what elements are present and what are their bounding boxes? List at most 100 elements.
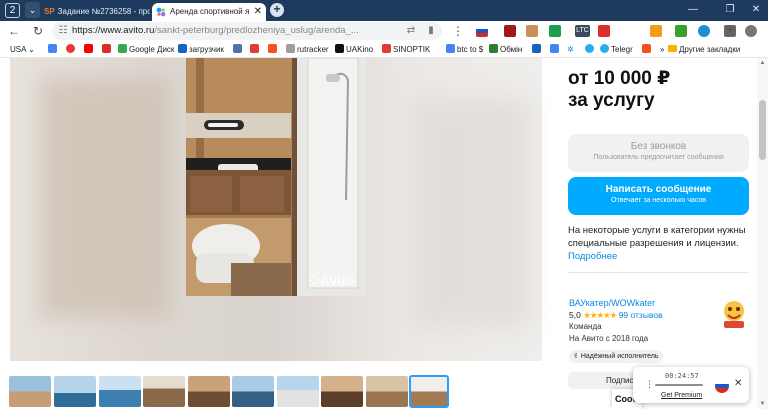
ltc-ext-icon[interactable]: LTC xyxy=(575,25,590,37)
drag-handle-icon[interactable]: ⋮ xyxy=(645,379,654,390)
thumbnail-10-selected[interactable] xyxy=(409,375,449,408)
bathroom-photo-image xyxy=(186,58,366,296)
google-icon xyxy=(48,44,57,53)
uakino-icon xyxy=(335,44,344,53)
bookmark-blogger[interactable] xyxy=(642,43,653,56)
ext-orange-icon[interactable] xyxy=(650,25,662,37)
bookmark-star[interactable]: ✲ xyxy=(567,43,574,56)
translate-icon[interactable]: ⇄ xyxy=(404,23,418,39)
tab-counter[interactable]: 2 xyxy=(5,3,20,18)
tab-inactive[interactable]: SP Задание №2736258 - про xyxy=(44,3,150,21)
thumbnail-8[interactable] xyxy=(321,376,363,407)
telegram-icon xyxy=(600,44,609,53)
bookmark-overflow[interactable]: » xyxy=(660,43,664,56)
thumbnail-9[interactable] xyxy=(366,376,408,407)
bookmark-loader[interactable]: загрузчик xyxy=(178,43,224,56)
tab-label: Аренда спортивной я xyxy=(170,7,250,16)
bookmark-telegram[interactable]: Telegr xyxy=(600,43,633,56)
bookmark-youtube[interactable] xyxy=(84,43,95,56)
flag-ru-icon[interactable] xyxy=(715,379,729,393)
restore-icon[interactable]: ❐ xyxy=(721,2,739,18)
rating-stars-icon: ★★★★★ xyxy=(583,310,617,320)
thumbnail-2[interactable] xyxy=(54,376,96,407)
obmin-icon xyxy=(489,44,498,53)
close-window-icon[interactable]: ✕ xyxy=(747,2,765,18)
more-link[interactable]: Подробнее xyxy=(568,251,617,262)
loader-icon xyxy=(178,44,187,53)
thumbnail-3[interactable] xyxy=(99,376,141,407)
new-tab-plus-icon[interactable]: + xyxy=(270,3,284,17)
bookmark-gmail[interactable] xyxy=(102,43,113,56)
flag-ru-icon[interactable] xyxy=(476,25,488,37)
thumbnail-7[interactable] xyxy=(277,376,319,407)
bookmark-google[interactable] xyxy=(48,43,59,56)
blue-bookmark-icon xyxy=(550,44,559,53)
thumbnail-4[interactable] xyxy=(143,376,185,407)
other-bookmarks[interactable]: Другие закладки xyxy=(668,43,740,56)
back-arrow-icon[interactable]: ← xyxy=(6,23,22,39)
bookmark-f[interactable] xyxy=(268,43,279,56)
face-ext-icon[interactable] xyxy=(526,25,538,37)
bookmark-vk[interactable] xyxy=(233,43,244,56)
extensions-icon[interactable]: ✚ xyxy=(724,25,736,37)
bookmark-icon[interactable]: ▮ xyxy=(424,23,438,39)
url-text: https://www.avito.ru/sankt-peterburg/pre… xyxy=(72,25,359,36)
seller-avatar[interactable] xyxy=(721,298,747,330)
shield-ext-icon[interactable] xyxy=(504,25,516,37)
bookmark-2[interactable] xyxy=(66,43,77,56)
no-calls-title: Без звонков xyxy=(630,141,687,152)
more-menu-icon[interactable]: ⋮ xyxy=(450,23,466,39)
skype-ext-icon[interactable] xyxy=(698,25,710,37)
bookmark-sinoptik[interactable]: SINOPTIK xyxy=(382,43,430,56)
bookmark-usa[interactable]: USA ⌄ xyxy=(10,43,35,56)
gmail-icon xyxy=(102,44,111,53)
site-info-icon[interactable]: ☷ xyxy=(56,23,70,39)
bookmark-obmin[interactable]: Обмін xyxy=(489,43,522,56)
bookmark-maps[interactable] xyxy=(585,43,596,56)
page-content: ⁘Avito от 10 000 ₽ за услугу Без звонков… xyxy=(0,58,768,409)
page-scrollbar[interactable]: ▲ ▼ xyxy=(757,58,768,409)
ext-bookmark-icon xyxy=(532,44,541,53)
close-tab-icon[interactable]: ✕ xyxy=(254,3,262,21)
thumbnail-6[interactable] xyxy=(232,376,274,407)
bookmark-google-drive[interactable]: Google Диск xyxy=(118,43,174,56)
bookmark-16[interactable] xyxy=(532,43,543,56)
vk-icon xyxy=(233,44,242,53)
bookmark-17[interactable] xyxy=(550,43,561,56)
scrollbar-thumb[interactable] xyxy=(759,100,766,160)
avito-watermark: ⁘Avito xyxy=(308,272,355,288)
tab-label: Задание №2736258 - про xyxy=(57,7,150,16)
url-field[interactable]: ☷ https://www.avito.ru/sankt-peterburg/p… xyxy=(52,22,442,40)
bookmark-btc[interactable]: btc to $ xyxy=(446,43,483,56)
write-message-button[interactable]: Написать сообщение Отвечает за несколько… xyxy=(568,177,749,215)
scroll-down-icon[interactable]: ▼ xyxy=(757,399,768,409)
sp-favicon-icon: SP xyxy=(44,7,55,16)
reload-icon[interactable]: ↻ xyxy=(30,23,46,39)
download-ext-icon[interactable] xyxy=(675,25,687,37)
scroll-up-icon[interactable]: ▲ xyxy=(757,58,768,68)
minimize-icon[interactable]: — xyxy=(684,2,702,18)
seller-name[interactable]: ВАУкатер/WOWkater xyxy=(569,298,655,308)
star-bookmark-icon: ✲ xyxy=(567,45,574,54)
avito-favicon-icon xyxy=(156,7,166,17)
reviews-link[interactable]: 99 отзывов xyxy=(619,310,663,320)
no-calls-button[interactable]: Без звонков Пользователь предпочитает со… xyxy=(568,134,749,172)
main-photo[interactable]: ⁘Avito xyxy=(186,58,366,296)
get-premium-link[interactable]: Get Premium xyxy=(661,392,702,399)
thumbnail-1[interactable] xyxy=(9,376,51,407)
thumbnail-5[interactable] xyxy=(188,376,230,407)
close-recorder-icon[interactable]: ✕ xyxy=(734,378,742,389)
seller-rating: 5,0 ★★★★★ 99 отзывов xyxy=(569,310,663,321)
bookmark-uakino[interactable]: UAKino xyxy=(335,43,373,56)
price-value: от 10 000 ₽ xyxy=(568,68,671,89)
ext-green-icon[interactable] xyxy=(549,25,561,37)
bookmark-rutracker[interactable]: rutracker xyxy=(286,43,329,56)
tab-list-chevron-icon[interactable]: ⌄ xyxy=(25,2,40,18)
tab-active[interactable]: Аренда спортивной я ✕ xyxy=(152,3,266,21)
bookmark-red[interactable] xyxy=(250,43,261,56)
ext-red-icon[interactable] xyxy=(598,25,610,37)
recorder-widget: ⋮ 00:24:57 ✕ Get Premium xyxy=(633,367,749,403)
profile-icon[interactable] xyxy=(745,25,757,37)
license-note: На некоторые услуги в категории нужны сп… xyxy=(568,224,752,263)
google-drive-icon xyxy=(118,44,127,53)
